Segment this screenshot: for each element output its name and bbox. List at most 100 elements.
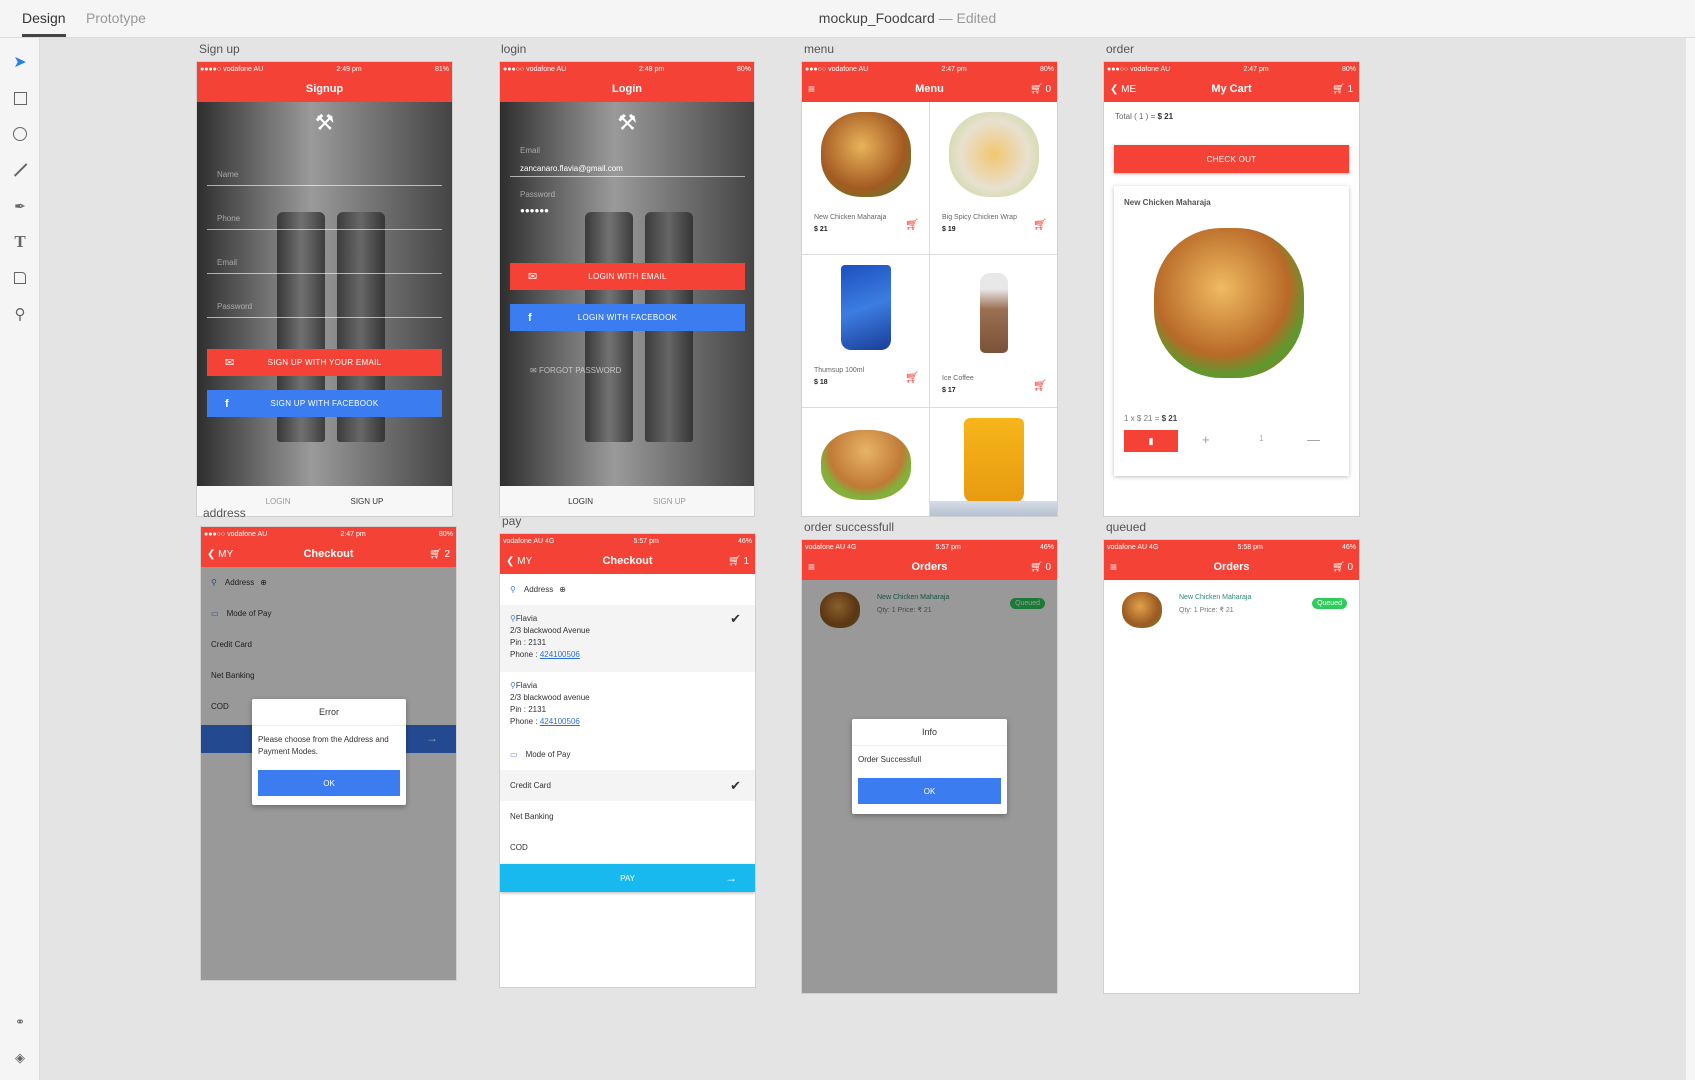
burger-image <box>1154 228 1304 378</box>
increment-button[interactable]: + <box>1202 432 1210 447</box>
cart-count: 0 <box>1045 561 1051 573</box>
address-name: Flavia <box>515 614 538 623</box>
phone-link[interactable]: 424100506 <box>540 650 580 659</box>
cart-count: 2 <box>444 548 450 560</box>
artboard-label-menu[interactable]: menu <box>804 42 834 56</box>
add-address-icon[interactable]: ⊕ <box>559 585 566 594</box>
layers-icon[interactable]: ◈ <box>10 1048 30 1068</box>
artboard-address: ●●●○○ vodafone AU 2:47 pm 80% ❮ MY Checkou… <box>201 527 456 980</box>
menu-item[interactable]: Thumsup 100ml $ 18 🛒︎ <box>802 255 929 407</box>
password-field[interactable]: Password <box>207 302 442 318</box>
name-field[interactable]: Name <box>207 170 442 186</box>
decrement-button[interactable]: — <box>1307 432 1320 447</box>
login-email-button[interactable]: ✉ LOGIN WITH EMAIL <box>510 263 745 290</box>
artboard-label-queued[interactable]: queued <box>1106 520 1146 534</box>
time: 2:48 pm <box>638 65 665 73</box>
dialog-ok-button[interactable]: OK <box>258 770 400 796</box>
time: 2:49 pm <box>336 65 362 73</box>
menu-item[interactable] <box>802 408 929 516</box>
menu-item[interactable]: New Chicken Maharaja $ 21 🛒︎ <box>802 102 929 254</box>
tab-signup[interactable]: SIGN UP <box>653 497 686 506</box>
hamburger-menu-icon[interactable]: ≡ <box>808 560 815 574</box>
zoom-tool-icon[interactable]: ⚲ <box>10 304 30 324</box>
pay-mode-item[interactable]: COD <box>500 832 755 863</box>
pen-tool-icon[interactable]: ✒ <box>10 196 30 216</box>
menu-item[interactable]: Ice Coffee $ 17 🛒︎ <box>930 255 1057 407</box>
tab-signup[interactable]: SIGN UP <box>351 497 384 506</box>
artboard-label-login[interactable]: login <box>501 42 526 56</box>
mail-icon: ✉ <box>225 357 235 369</box>
time: 5:57 pm <box>633 537 659 545</box>
email-input[interactable]: zancanaro.flavia@gmail.com <box>520 164 623 173</box>
address-section[interactable]: ⚲ Address ⊕ <box>500 574 755 605</box>
phone-label: Phone : <box>510 717 540 726</box>
pay-mode-item[interactable]: Net Banking <box>500 801 755 832</box>
time: 5:58 pm <box>1237 543 1263 551</box>
trash-icon: ▮ <box>1148 435 1154 446</box>
pay-button[interactable]: PAY → <box>500 864 755 892</box>
tab-login[interactable]: LOGIN <box>568 497 593 506</box>
add-to-cart-icon[interactable]: 🛒︎ <box>905 218 919 231</box>
signup-email-button[interactable]: ✉ SIGN UP WITH YOUR EMAIL <box>207 349 442 376</box>
pay-mode-item[interactable]: Credit Card ✔ <box>500 770 755 801</box>
line-tool-icon[interactable] <box>10 160 30 180</box>
phone-label: Phone : <box>510 650 540 659</box>
forgot-password-link[interactable]: ✉ FORGOT PASSWORD <box>530 366 621 375</box>
cart-count: 1 <box>743 555 749 567</box>
cart-button[interactable]: 🛒︎ 1 <box>728 556 749 567</box>
dialog-title: Info <box>852 719 1007 746</box>
artboard-menu: ●●●○○ vodafone AU 2:47 pm 80% ≡ Menu 🛒︎ 0 … <box>802 62 1057 516</box>
dialog-message: Order Successfull <box>858 755 922 764</box>
battery: 80% <box>1341 65 1356 73</box>
phone-link[interactable]: 424100506 <box>540 717 580 726</box>
delete-button[interactable]: ▮ <box>1124 430 1178 452</box>
artboard-label-signup[interactable]: Sign up <box>199 42 240 56</box>
section-label: Mode of Pay <box>525 750 571 759</box>
artboard-queued: vodafone AU 4G 5:58 pm 46% ≡ Orders 🛒︎ 0 N… <box>1104 540 1359 993</box>
artboard-label-pay[interactable]: pay <box>502 514 521 528</box>
screen-title: Login <box>612 83 642 95</box>
address-item[interactable]: ⚲Flavia 2/3 blackwood avenue Pin : 2131 … <box>500 672 755 739</box>
cart-button[interactable]: 🛒︎ 0 <box>1030 562 1051 573</box>
artboard-tool-icon[interactable] <box>10 268 30 288</box>
email-field[interactable]: Email <box>207 258 442 274</box>
dialog-ok-button[interactable]: OK <box>858 778 1001 804</box>
phone-field[interactable]: Phone <box>207 214 442 230</box>
artboard-label-order[interactable]: order <box>1106 42 1134 56</box>
back-button[interactable]: ❮ ME <box>1110 84 1136 95</box>
order-item[interactable]: New Chicken Maharaja Qty: 1 Price: ₹ 21 … <box>1104 580 1359 640</box>
hamburger-menu-icon[interactable]: ≡ <box>808 82 815 96</box>
cart-button[interactable]: 🛒︎ 2 <box>429 549 450 560</box>
menu-item[interactable] <box>930 408 1057 516</box>
add-to-cart-icon[interactable]: 🛒︎ <box>1033 379 1047 392</box>
cart-button[interactable]: 🛒︎ 0 <box>1030 84 1051 95</box>
address-item[interactable]: ⚲Flavia 2/3 blackwood Avenue Pin : 2131 … <box>500 605 755 672</box>
rectangle-tool-icon[interactable] <box>10 88 30 108</box>
hamburger-menu-icon[interactable]: ≡ <box>1110 560 1117 574</box>
add-to-cart-icon[interactable]: 🛒︎ <box>905 371 919 384</box>
ellipse-tool-icon[interactable] <box>10 124 30 144</box>
back-button[interactable]: ❮ MY <box>207 549 233 560</box>
artboard-label-address[interactable]: address <box>203 506 246 520</box>
login-facebook-button[interactable]: f LOGIN WITH FACEBOOK <box>510 304 745 331</box>
add-to-cart-icon[interactable]: 🛒︎ <box>1033 218 1047 231</box>
select-tool-icon[interactable]: ➤ <box>10 52 30 72</box>
password-input[interactable]: ●●●●●● <box>520 206 549 215</box>
status-badge: Queued <box>1312 598 1347 609</box>
line-total: 1 x $ 21 = $ 21 <box>1124 414 1177 423</box>
back-button[interactable]: ❮ MY <box>506 556 532 567</box>
quantity-value: 1 <box>1259 434 1264 443</box>
battery: 46% <box>737 537 752 545</box>
artboard-label-order-success[interactable]: order successfull <box>804 520 894 534</box>
symbols-icon[interactable]: ⚭ <box>10 1012 30 1032</box>
cart-button[interactable]: 🛒︎ 0 <box>1332 562 1353 573</box>
text-tool-icon[interactable]: T <box>10 232 30 252</box>
orders-header: vodafone AU 4G 5:58 pm 46% ≡ Orders 🛒︎ 0 <box>1104 540 1359 580</box>
item-price: $ 17 <box>942 387 956 394</box>
checkout-button[interactable]: CHECK OUT <box>1114 145 1349 173</box>
menu-item[interactable]: Big Spicy Chicken Wrap $ 19 🛒︎ <box>930 102 1057 254</box>
tab-login[interactable]: LOGIN <box>266 497 291 506</box>
card-icon: ▭ <box>510 750 518 759</box>
signup-facebook-button[interactable]: f SIGN UP WITH FACEBOOK <box>207 390 442 417</box>
cart-button[interactable]: 🛒︎ 1 <box>1332 84 1353 95</box>
